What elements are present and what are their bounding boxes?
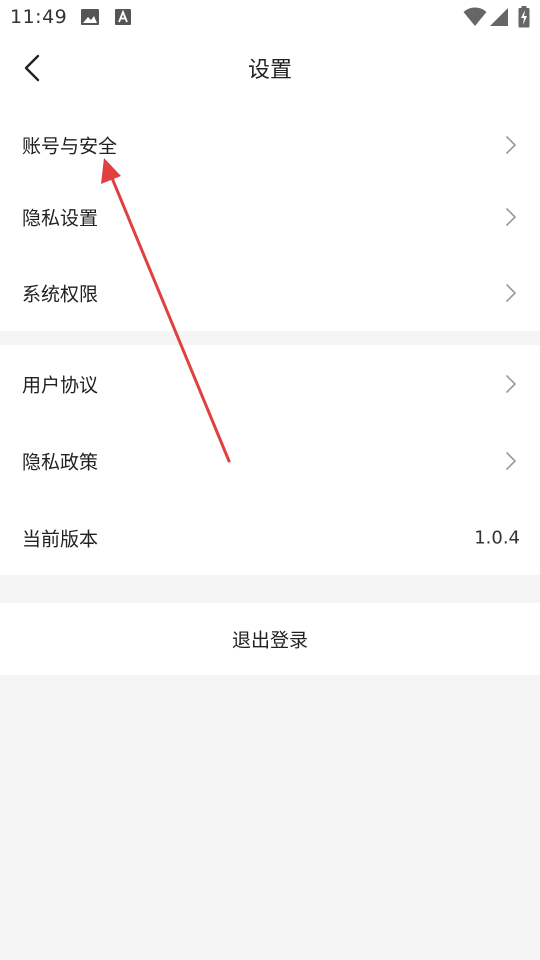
signal-icon [489, 7, 509, 31]
row-label: 账号与安全 [22, 135, 118, 157]
row-label: 隐私设置 [22, 207, 99, 229]
top-bar: 11:49 设置 [0, 0, 540, 106]
status-time: 11:49 [10, 6, 68, 28]
image-icon [80, 8, 100, 30]
row-privacy-settings[interactable]: 隐私设置 [0, 178, 540, 255]
chevron-right-icon [506, 374, 516, 393]
chevron-right-icon [506, 207, 516, 226]
row-label: 用户协议 [22, 374, 99, 396]
version-value: 1.0.4 [474, 527, 520, 548]
settings-group-about: 用户协议 隐私政策 当前版本 1.0.4 [0, 345, 540, 575]
row-current-version: 当前版本 1.0.4 [0, 499, 540, 576]
settings-group-account: 账号与安全 隐私设置 系统权限 [0, 106, 540, 331]
row-privacy-policy[interactable]: 隐私政策 [0, 422, 540, 499]
page-title: 设置 [247, 58, 292, 83]
row-label: 当前版本 [22, 528, 99, 550]
row-user-agreement[interactable]: 用户协议 [0, 345, 540, 422]
chevron-right-icon [506, 451, 516, 470]
logout-label: 退出登录 [231, 629, 308, 652]
row-label: 系统权限 [22, 283, 99, 305]
status-bar: 11:49 [0, 0, 540, 36]
font-icon [114, 8, 132, 30]
logout-button[interactable]: 退出登录 [0, 603, 540, 675]
wifi-icon [463, 7, 487, 31]
row-account-security[interactable]: 账号与安全 [0, 106, 540, 183]
row-system-permissions[interactable]: 系统权限 [0, 254, 540, 331]
chevron-right-icon [506, 283, 516, 302]
battery-charging-icon [518, 6, 530, 32]
chevron-right-icon [506, 135, 516, 154]
navigation-bar: 设置 [0, 36, 540, 106]
row-label: 隐私政策 [22, 451, 99, 473]
